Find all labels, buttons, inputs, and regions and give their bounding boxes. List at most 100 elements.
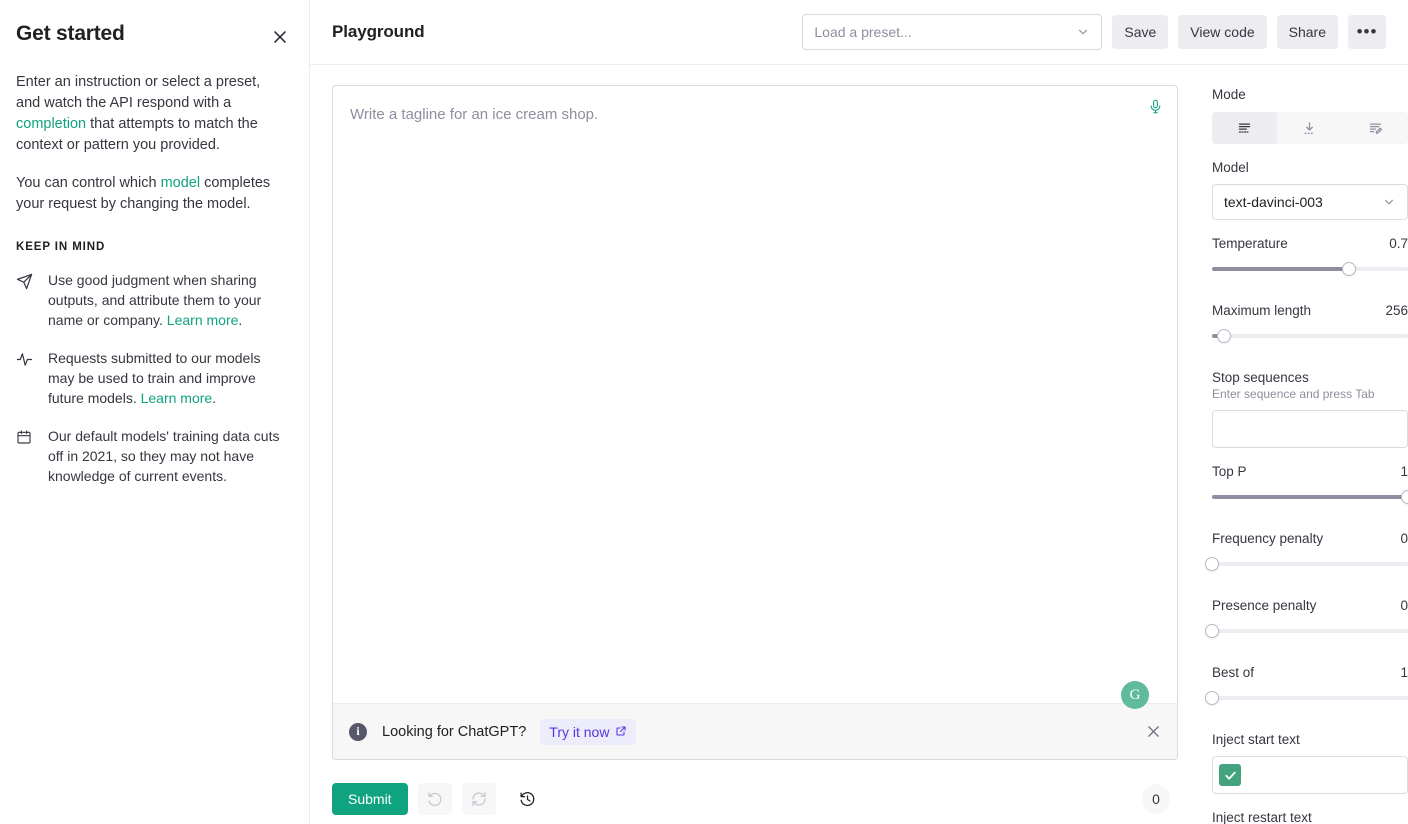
list-item-text: Our default models' training data cuts o… xyxy=(48,426,281,486)
editor-column: Write a tagline for an ice cream shop. G… xyxy=(310,65,1200,824)
temperature-section: Temperature 0.7 xyxy=(1212,236,1408,276)
temperature-slider[interactable] xyxy=(1212,262,1408,276)
inject-start-text-input[interactable] xyxy=(1212,756,1408,794)
best-of-row: Best of 1 xyxy=(1212,665,1408,680)
kim-period-2: . xyxy=(212,390,217,406)
model-link[interactable]: model xyxy=(161,175,201,191)
save-button[interactable]: Save xyxy=(1112,15,1169,49)
mode-toggle-group xyxy=(1212,112,1408,144)
body: Write a tagline for an ice cream shop. G… xyxy=(310,65,1408,824)
parameters-panel: Mode Model text-davinci-003 Temperature … xyxy=(1200,65,1408,824)
prompt-placeholder: Write a tagline for an ice cream shop. xyxy=(350,106,599,123)
best-of-value: 1 xyxy=(1400,665,1408,680)
maximum-length-slider[interactable] xyxy=(1212,329,1408,343)
model-value: text-davinci-003 xyxy=(1224,194,1323,210)
view-code-button[interactable]: View code xyxy=(1178,15,1267,49)
best-of-section: Best of 1 xyxy=(1205,665,1408,705)
regenerate-icon[interactable] xyxy=(461,783,496,815)
temperature-label: Temperature xyxy=(1212,236,1288,251)
close-icon[interactable] xyxy=(267,24,293,50)
token-counter: 0 xyxy=(1142,784,1170,814)
frequency-penalty-label: Frequency penalty xyxy=(1212,531,1324,546)
intro-text-1a: Enter an instruction or select a preset,… xyxy=(16,74,261,111)
presence-penalty-value: 0 xyxy=(1400,598,1408,613)
top-p-section: Top P 1 xyxy=(1212,464,1408,504)
inject-restart-text-section: Inject restart text xyxy=(1212,810,1408,824)
best-of-slider[interactable] xyxy=(1205,691,1408,705)
history-icon[interactable] xyxy=(512,783,544,815)
playground-title: Playground xyxy=(332,22,425,41)
list-item: Our default models' training data cuts o… xyxy=(16,426,281,486)
frequency-penalty-value: 0 xyxy=(1400,531,1408,546)
preset-placeholder: Load a preset... xyxy=(814,24,912,40)
mode-complete-button[interactable] xyxy=(1212,112,1278,144)
model-label: Model xyxy=(1212,160,1249,175)
presence-penalty-section: Presence penalty 0 xyxy=(1205,598,1408,638)
learn-more-link[interactable]: Learn more xyxy=(167,312,239,328)
prompt-editor[interactable]: Write a tagline for an ice cream shop. G… xyxy=(332,85,1178,760)
learn-more-link[interactable]: Learn more xyxy=(141,390,213,406)
preset-dropdown[interactable]: Load a preset... xyxy=(802,14,1103,50)
main-area: Playground Load a preset... Save View co… xyxy=(310,0,1408,824)
presence-penalty-row: Presence penalty 0 xyxy=(1212,598,1408,613)
activity-icon xyxy=(16,348,34,408)
chevron-down-icon xyxy=(1382,195,1396,209)
presence-penalty-label: Presence penalty xyxy=(1212,598,1317,613)
undo-icon[interactable] xyxy=(417,783,452,815)
top-p-slider[interactable] xyxy=(1212,490,1408,504)
intro-paragraph-1: Enter an instruction or select a preset,… xyxy=(16,72,281,156)
editor-actions: Submit 0 xyxy=(332,760,1178,824)
kim-text-3: Our default models' training data cuts o… xyxy=(48,428,280,484)
maximum-length-value: 256 xyxy=(1385,303,1408,318)
temperature-row: Temperature 0.7 xyxy=(1212,236,1408,251)
more-options-button[interactable]: ••• xyxy=(1348,15,1386,49)
mode-edit-button[interactable] xyxy=(1343,112,1408,144)
stop-sequences-input[interactable] xyxy=(1212,410,1408,448)
submit-button[interactable]: Submit xyxy=(332,783,408,815)
top-p-value: 1 xyxy=(1400,464,1408,479)
list-item: Use good judgment when sharing outputs, … xyxy=(16,270,281,330)
send-icon xyxy=(16,270,34,330)
chatgpt-banner: i Looking for ChatGPT? Try it now xyxy=(333,703,1177,759)
share-button[interactable]: Share xyxy=(1276,15,1338,49)
model-section: Model text-davinci-003 xyxy=(1212,160,1408,220)
inject-start-text-section: Inject start text xyxy=(1212,732,1408,794)
inject-restart-text-label: Inject restart text xyxy=(1212,810,1312,824)
maximum-length-row: Maximum length 256 xyxy=(1212,303,1408,318)
close-icon[interactable] xyxy=(1146,724,1161,739)
frequency-penalty-section: Frequency penalty 0 xyxy=(1205,531,1408,571)
inject-start-checkbox[interactable] xyxy=(1219,764,1241,786)
frequency-penalty-slider[interactable] xyxy=(1205,557,1408,571)
top-p-row: Top P 1 xyxy=(1212,464,1408,479)
toolbar: Playground Load a preset... Save View co… xyxy=(310,0,1408,65)
microphone-icon[interactable] xyxy=(1148,98,1163,120)
playground-app: Get started Enter an instruction or sele… xyxy=(0,0,1408,824)
presence-penalty-slider[interactable] xyxy=(1205,624,1408,638)
stop-sequences-label: Stop sequences xyxy=(1212,370,1309,385)
best-of-label: Best of xyxy=(1212,665,1255,680)
banner-text: Looking for ChatGPT? xyxy=(382,723,527,740)
completion-link[interactable]: completion xyxy=(16,116,86,132)
list-item-text: Use good judgment when sharing outputs, … xyxy=(48,270,281,330)
info-icon: i xyxy=(349,722,367,741)
keep-in-mind-list: Use good judgment when sharing outputs, … xyxy=(16,270,281,486)
chevron-down-icon xyxy=(1076,25,1090,39)
mode-insert-button[interactable] xyxy=(1277,112,1342,144)
page-title: Get started xyxy=(16,22,125,45)
frequency-penalty-row: Frequency penalty 0 xyxy=(1212,531,1408,546)
list-item-text: Requests submitted to our models may be … xyxy=(48,348,281,408)
grammarly-icon[interactable]: G xyxy=(1121,681,1149,709)
model-dropdown[interactable]: text-davinci-003 xyxy=(1212,184,1408,220)
stop-sequences-section: Stop sequences Enter sequence and press … xyxy=(1212,370,1408,448)
try-it-now-button[interactable]: Try it now xyxy=(540,718,637,745)
toolbar-actions: Load a preset... Save View code Share ••… xyxy=(802,14,1386,50)
external-link-icon xyxy=(615,724,627,740)
calendar-icon xyxy=(16,426,34,486)
get-started-header: Get started xyxy=(16,22,286,50)
maximum-length-section: Maximum length 256 xyxy=(1212,303,1408,343)
temperature-value: 0.7 xyxy=(1389,236,1408,251)
list-item: Requests submitted to our models may be … xyxy=(16,348,281,408)
inject-start-text-label: Inject start text xyxy=(1212,732,1300,747)
get-started-panel: Get started Enter an instruction or sele… xyxy=(0,0,310,824)
keep-in-mind-heading: KEEP IN MIND xyxy=(16,241,106,253)
